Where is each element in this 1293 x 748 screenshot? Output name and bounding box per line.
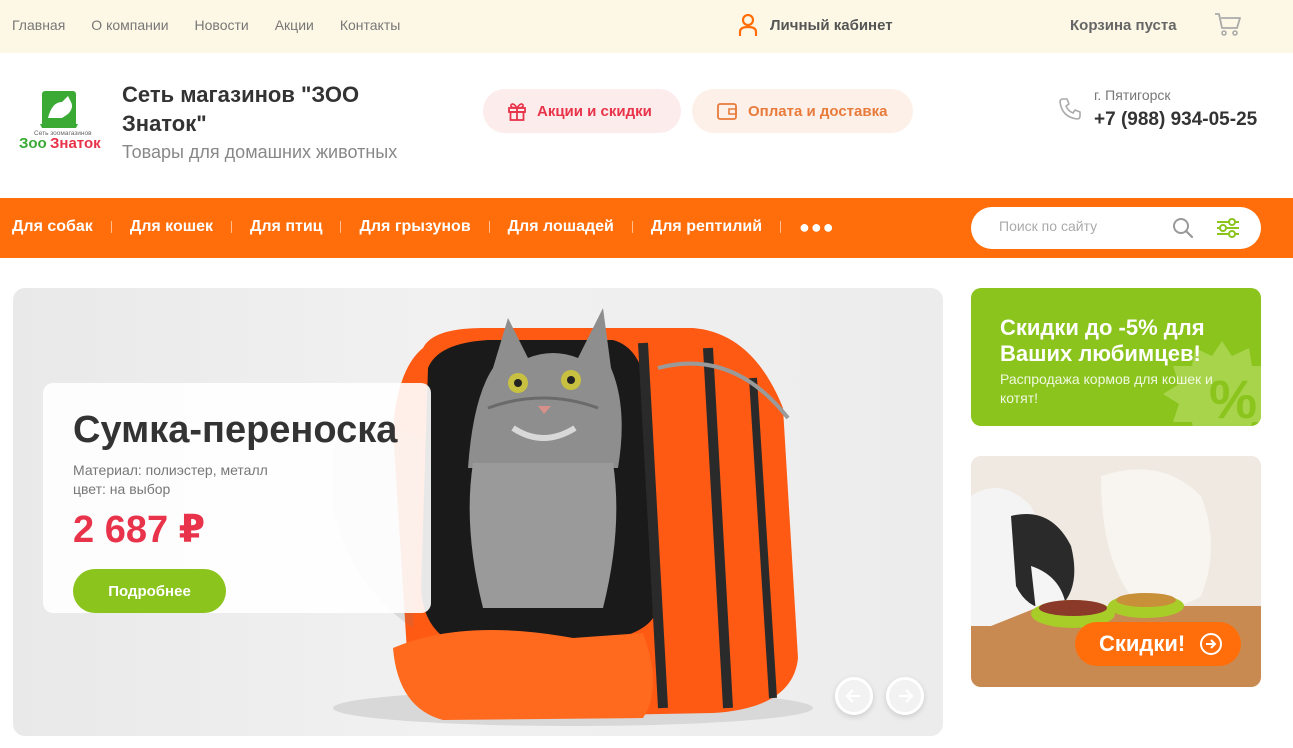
slider-prev-button[interactable] <box>835 677 873 715</box>
payment-delivery-button[interactable]: Оплата и доставка <box>692 89 913 133</box>
brand-title: Сеть магазинов "ЗОО Знаток" <box>122 82 360 136</box>
product-color: цвет: на выбор <box>73 481 171 497</box>
site-logo[interactable]: Сеть зоомагазинов Зоо Знаток <box>18 88 108 158</box>
pets-promo-banner[interactable]: Скидки! <box>971 456 1261 687</box>
nav-link-home[interactable]: Главная <box>12 17 65 33</box>
category-birds[interactable]: Для птиц <box>250 218 323 236</box>
arrow-right-icon <box>899 689 914 703</box>
category-dogs[interactable]: Для собак <box>12 218 93 236</box>
category-separator <box>110 221 112 233</box>
category-separator <box>340 221 342 233</box>
arrow-circle-right-icon <box>1200 633 1223 655</box>
filter-sliders-icon[interactable] <box>1215 217 1241 239</box>
nav-link-promotions[interactable]: Акции <box>275 17 314 33</box>
product-material: Материал: полиэстер, металл <box>73 462 268 478</box>
cart-status[interactable]: Корзина пуста <box>1070 17 1177 34</box>
user-icon <box>738 13 758 36</box>
nav-link-news[interactable]: Новости <box>195 17 249 33</box>
cart-icon[interactable] <box>1214 12 1242 38</box>
account-link[interactable]: Личный кабинет <box>738 13 893 37</box>
search-box <box>971 207 1261 249</box>
phone-number[interactable]: +7 (988) 934-05-25 <box>1094 109 1257 131</box>
category-separator <box>488 221 490 233</box>
top-bar: Главная О компании Новости Акции Контакт… <box>0 0 1293 53</box>
nav-link-contacts[interactable]: Контакты <box>340 17 400 33</box>
details-button[interactable]: Подробнее <box>73 569 226 613</box>
category-separator <box>631 221 633 233</box>
arrow-left-icon <box>845 689 860 703</box>
category-separator <box>780 221 782 233</box>
hero-banner: Сумка-переноска Материал: полиэстер, мет… <box>13 288 943 736</box>
nav-link-about[interactable]: О компании <box>91 17 168 33</box>
search-input[interactable] <box>999 218 1149 234</box>
more-categories-icon[interactable]: ●●● <box>799 218 835 236</box>
discount-promo-banner[interactable]: % Скидки до -5% для Ваших любимцев! Расп… <box>971 288 1261 426</box>
promotions-button[interactable]: Акции и скидки <box>483 89 681 133</box>
phone-icon <box>1059 98 1081 120</box>
search-icon[interactable] <box>1172 217 1194 239</box>
category-separator <box>230 221 232 233</box>
category-rodents[interactable]: Для грызунов <box>359 218 470 236</box>
svg-text:Знаток: Знаток <box>50 135 101 152</box>
sale-button-label: Скидки! <box>1099 631 1186 656</box>
category-horses[interactable]: Для лошадей <box>508 218 614 236</box>
category-nav: Для собак Для кошек Для птиц Для грызуно… <box>12 218 835 236</box>
product-card: Сумка-переноска Материал: полиэстер, мет… <box>43 383 431 613</box>
gift-icon <box>508 103 526 121</box>
svg-text:Зоо: Зоо <box>19 135 47 152</box>
promo-title: Скидки до -5% для Ваших любимцев! <box>1000 315 1205 366</box>
promotions-button-label: Акции и скидки <box>537 102 652 120</box>
category-reptiles[interactable]: Для рептилий <box>651 218 762 236</box>
product-price: 2 687 ₽ <box>73 509 206 551</box>
category-cats[interactable]: Для кошек <box>130 218 213 236</box>
sale-button[interactable]: Скидки! <box>1075 622 1241 666</box>
product-title: Сумка-переноска <box>73 409 398 451</box>
top-nav: Главная О компании Новости Акции Контакт… <box>12 17 400 33</box>
slider-next-button[interactable] <box>886 677 924 715</box>
wallet-icon <box>717 103 737 120</box>
city-label[interactable]: г. Пятигорск <box>1094 87 1171 103</box>
account-label: Личный кабинет <box>770 16 893 34</box>
payment-delivery-label: Оплата и доставка <box>748 102 888 120</box>
brand-subtitle: Товары для домашних животных <box>122 142 398 162</box>
promo-subtitle: Распродажа кормов для кошек и котят! <box>1000 371 1213 406</box>
